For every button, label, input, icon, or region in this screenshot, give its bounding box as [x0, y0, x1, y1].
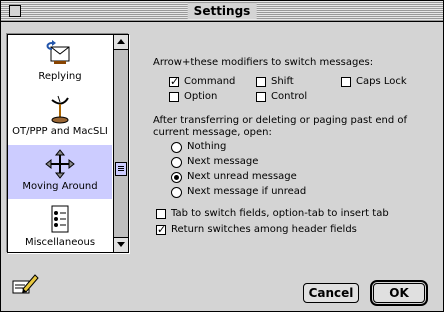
checklist-icon: [51, 205, 69, 233]
close-box[interactable]: [9, 5, 21, 17]
sidebar-item-label: OT/PPP and MacSLI: [12, 126, 108, 137]
modifiers-heading: Arrow+these modifiers to switch messages…: [153, 57, 374, 68]
up-arrow-icon: [117, 39, 125, 44]
window-title: Settings: [193, 4, 251, 18]
control-checkbox[interactable]: [256, 92, 266, 102]
tab-switch-fields-label[interactable]: Tab to switch fields, option-tab to inse…: [171, 208, 389, 219]
scroll-thumb[interactable]: [115, 162, 127, 176]
shift-label[interactable]: Shift: [271, 76, 294, 87]
sidebar-item-label: Replying: [38, 71, 82, 82]
pencil-icon: [12, 274, 39, 294]
next-unread-message-label[interactable]: Next unread message: [187, 171, 297, 182]
scroll-down-button[interactable]: [114, 237, 128, 252]
settings-category-list[interactable]: Replying OT/PPP and MacSLI Moving Around…: [7, 34, 129, 253]
sidebar-item-label: Moving Around: [22, 181, 98, 192]
title-bar[interactable]: Settings: [1, 1, 443, 22]
nothing-radio[interactable]: [171, 142, 182, 153]
arrows-move-icon: [45, 149, 75, 179]
return-switches-label[interactable]: Return switches among header fields: [171, 224, 357, 235]
open-after-heading-line1: After transferring or deleting or paging…: [153, 115, 407, 126]
next-message-if-unread-radio[interactable]: [171, 187, 182, 198]
open-after-heading-line2: current message, open:: [153, 127, 272, 138]
command-label[interactable]: Command: [184, 76, 235, 87]
caps-lock-label[interactable]: Caps Lock: [356, 76, 407, 87]
next-message-if-unread-label[interactable]: Next message if unread: [187, 186, 306, 197]
option-checkbox[interactable]: [169, 92, 179, 102]
cancel-button[interactable]: Cancel: [303, 283, 359, 303]
sidebar-item-label: Miscellaneous: [24, 237, 96, 248]
sidebar-item-moving-around[interactable]: Moving Around: [8, 145, 112, 199]
option-label[interactable]: Option: [184, 91, 217, 102]
next-unread-message-radio[interactable]: [171, 172, 182, 183]
tab-switch-fields-checkbox[interactable]: [156, 209, 166, 219]
satellite-dish-icon: [51, 95, 69, 124]
control-label[interactable]: Control: [271, 91, 307, 102]
caps-lock-checkbox[interactable]: [341, 77, 351, 87]
return-switches-checkbox[interactable]: [156, 223, 166, 236]
nothing-label[interactable]: Nothing: [187, 141, 226, 152]
shift-checkbox[interactable]: [256, 77, 266, 87]
scroll-up-button[interactable]: [114, 35, 128, 50]
next-message-radio[interactable]: [171, 157, 182, 168]
sidebar-item-replying[interactable]: Replying: [8, 35, 112, 89]
sidebar-scrollbar[interactable]: [113, 35, 128, 252]
ok-button[interactable]: OK: [370, 280, 428, 306]
down-arrow-icon: [117, 242, 125, 247]
sidebar-item-otppp[interactable]: OT/PPP and MacSLI: [8, 90, 112, 144]
command-checkbox[interactable]: [169, 75, 179, 88]
sidebar-item-miscellaneous[interactable]: Miscellaneous: [8, 201, 112, 252]
reply-icon: [46, 40, 70, 64]
next-message-label[interactable]: Next message: [187, 156, 258, 167]
settings-window: Settings Replying OT/PPP and MacSLI Movi…: [0, 0, 444, 312]
